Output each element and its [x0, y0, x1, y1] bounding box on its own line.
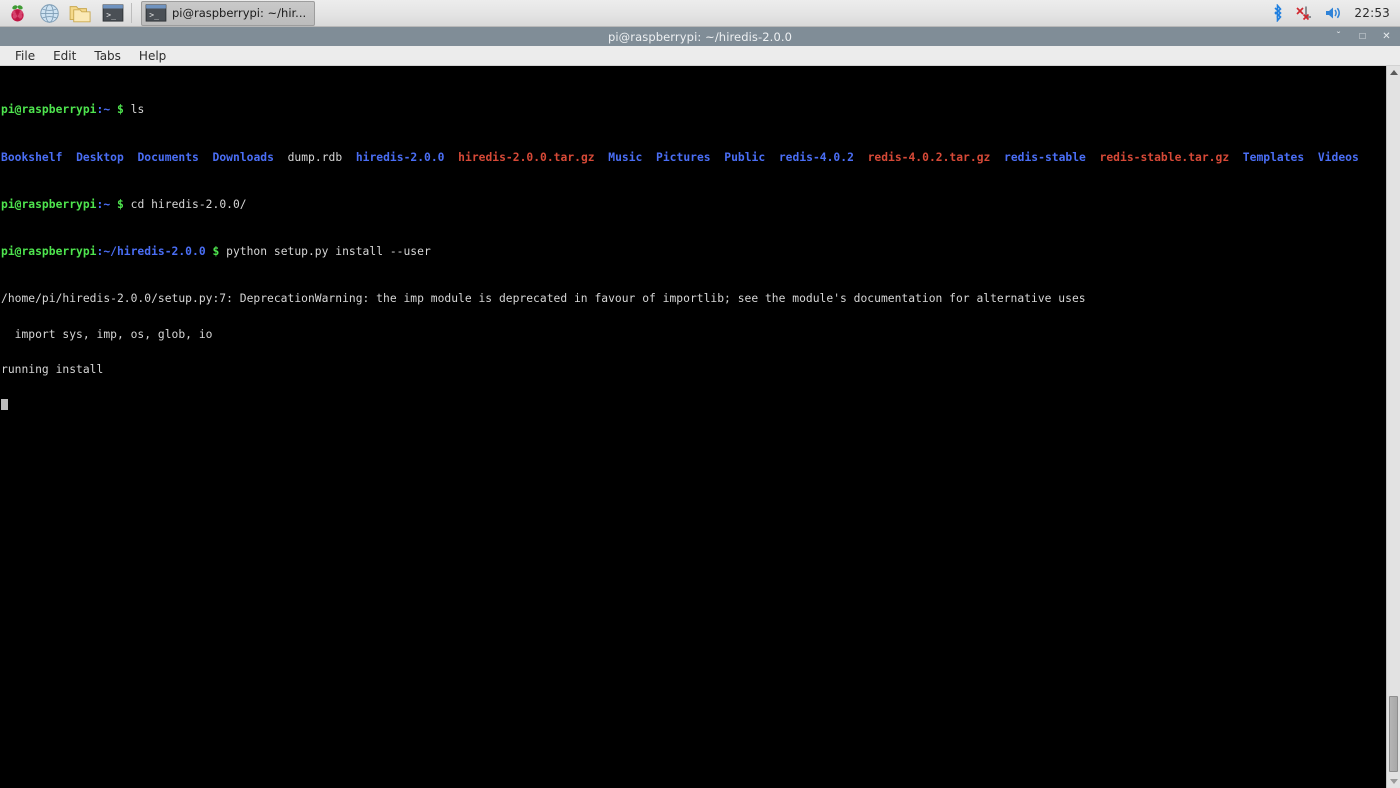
ls-entry: redis-4.0.2 — [778, 150, 854, 164]
ls-entry: Documents — [137, 150, 199, 164]
taskbar: >_ >_ pi@raspberrypi: ~/hir... 22:53 — [0, 0, 1400, 27]
ls-entry: Music — [608, 150, 643, 164]
menu-item-edit[interactable]: Edit — [45, 48, 84, 64]
ls-entry: Pictures — [656, 150, 711, 164]
prompt-path: :~/hiredis-2.0.0 — [96, 244, 206, 258]
terminal-line-prompt-1: pi@raspberrypi:~ $ ls — [1, 104, 1386, 116]
terminal-line-import: import sys, imp, os, glob, io — [1, 327, 213, 341]
prompt-symbol: $ — [212, 244, 220, 258]
svg-text:>_: >_ — [106, 10, 116, 20]
prompt-command: cd hiredis-2.0.0/ — [130, 197, 247, 211]
terminal-icon: >_ — [145, 4, 167, 22]
window-title: pi@raspberrypi: ~/hiredis-2.0.0 — [607, 29, 793, 44]
prompt-path: :~ — [96, 103, 111, 117]
ls-entry: Public — [724, 150, 766, 164]
scroll-up-icon[interactable] — [1387, 66, 1400, 79]
prompt-path: :~ — [96, 197, 111, 211]
ls-entry: redis-stable — [1004, 150, 1086, 164]
menu-item-file[interactable]: File — [7, 48, 43, 64]
terminal-line-cursor — [1, 399, 1386, 411]
prompt-symbol: $ — [116, 103, 124, 117]
ls-entry: Bookshelf — [1, 150, 63, 164]
menu-item-tabs[interactable]: Tabs — [86, 48, 129, 64]
prompt-command: ls — [130, 103, 145, 117]
folder-icon-svg — [69, 6, 91, 23]
terminal-cursor — [1, 399, 8, 411]
raspberry-menu-icon[interactable] — [2, 1, 32, 26]
globe-icon-svg — [39, 3, 59, 23]
terminal-line-warning: /home/pi/hiredis-2.0.0/setup.py:7: Depre… — [1, 292, 1086, 306]
terminal-window: pi@raspberrypi: ~/hiredis-2.0.0 ˇ □ ✕ Fi… — [0, 27, 1400, 788]
ls-entry: hiredis-2.0.0.tar.gz — [458, 150, 595, 164]
window-controls: ˇ □ ✕ — [1333, 27, 1396, 46]
ls-entry: Templates — [1242, 150, 1305, 164]
terminal-area: pi@raspberrypi:~ $ ls Bookshelf Desktop … — [0, 66, 1400, 788]
prompt-user: pi@raspberrypi — [1, 244, 97, 258]
taskbar-window-button[interactable]: >_ pi@raspberrypi: ~/hir... — [141, 0, 316, 26]
prompt-user: pi@raspberrypi — [1, 197, 97, 211]
bluetooth-icon[interactable] — [1271, 4, 1284, 22]
ls-entry: hiredis-2.0.0 — [355, 150, 445, 164]
prompt-command: python setup.py install --user — [226, 244, 431, 258]
maximize-icon[interactable]: □ — [1357, 31, 1368, 42]
network-disconnected-icon[interactable] — [1295, 4, 1314, 22]
close-icon[interactable]: ✕ — [1381, 31, 1392, 42]
volume-icon[interactable] — [1325, 5, 1343, 21]
web-browser-icon[interactable] — [34, 1, 64, 26]
menu-item-help[interactable]: Help — [131, 48, 174, 64]
ls-entry: redis-stable.tar.gz — [1099, 150, 1230, 164]
menubar: File Edit Tabs Help — [0, 46, 1400, 66]
clock[interactable]: 22:53 — [1354, 6, 1390, 20]
prompt-user: pi@raspberrypi — [1, 103, 97, 117]
ls-entry: dump.rdb — [287, 150, 343, 164]
terminal-icon-svg: >_ — [102, 4, 124, 22]
window-titlebar[interactable]: pi@raspberrypi: ~/hiredis-2.0.0 ˇ □ ✕ — [0, 27, 1400, 46]
file-manager-icon[interactable] — [66, 1, 96, 26]
svg-text:>_: >_ — [149, 10, 159, 20]
scrollbar-thumb[interactable] — [1389, 696, 1398, 772]
taskbar-separator — [131, 3, 132, 23]
terminal-line-ls-output: Bookshelf Desktop Documents Downloads du… — [1, 150, 1386, 164]
ls-entry: Videos — [1317, 150, 1359, 164]
ls-entry: Downloads — [212, 150, 274, 164]
taskbar-window-label: pi@raspberrypi: ~/hir... — [172, 6, 307, 20]
minimize-icon[interactable]: ˇ — [1333, 31, 1344, 42]
prompt-symbol: $ — [116, 197, 124, 211]
terminal-line-prompt-3: pi@raspberrypi:~/hiredis-2.0.0 $ python … — [1, 246, 1386, 258]
scroll-down-icon[interactable] — [1387, 775, 1400, 788]
terminal-launcher-icon[interactable]: >_ — [98, 1, 128, 26]
terminal-line-prompt-2: pi@raspberrypi:~ $ cd hiredis-2.0.0/ — [1, 197, 1386, 211]
raspberry-icon-svg — [10, 4, 24, 21]
terminal-line-running-install: running install — [1, 362, 104, 376]
ls-entry: redis-4.0.2.tar.gz — [867, 150, 991, 164]
terminal-scrollbar[interactable] — [1386, 66, 1400, 788]
system-tray: 22:53 — [1271, 4, 1400, 22]
ls-entry: Desktop — [76, 150, 124, 164]
terminal-output[interactable]: pi@raspberrypi:~ $ ls Bookshelf Desktop … — [0, 66, 1386, 788]
